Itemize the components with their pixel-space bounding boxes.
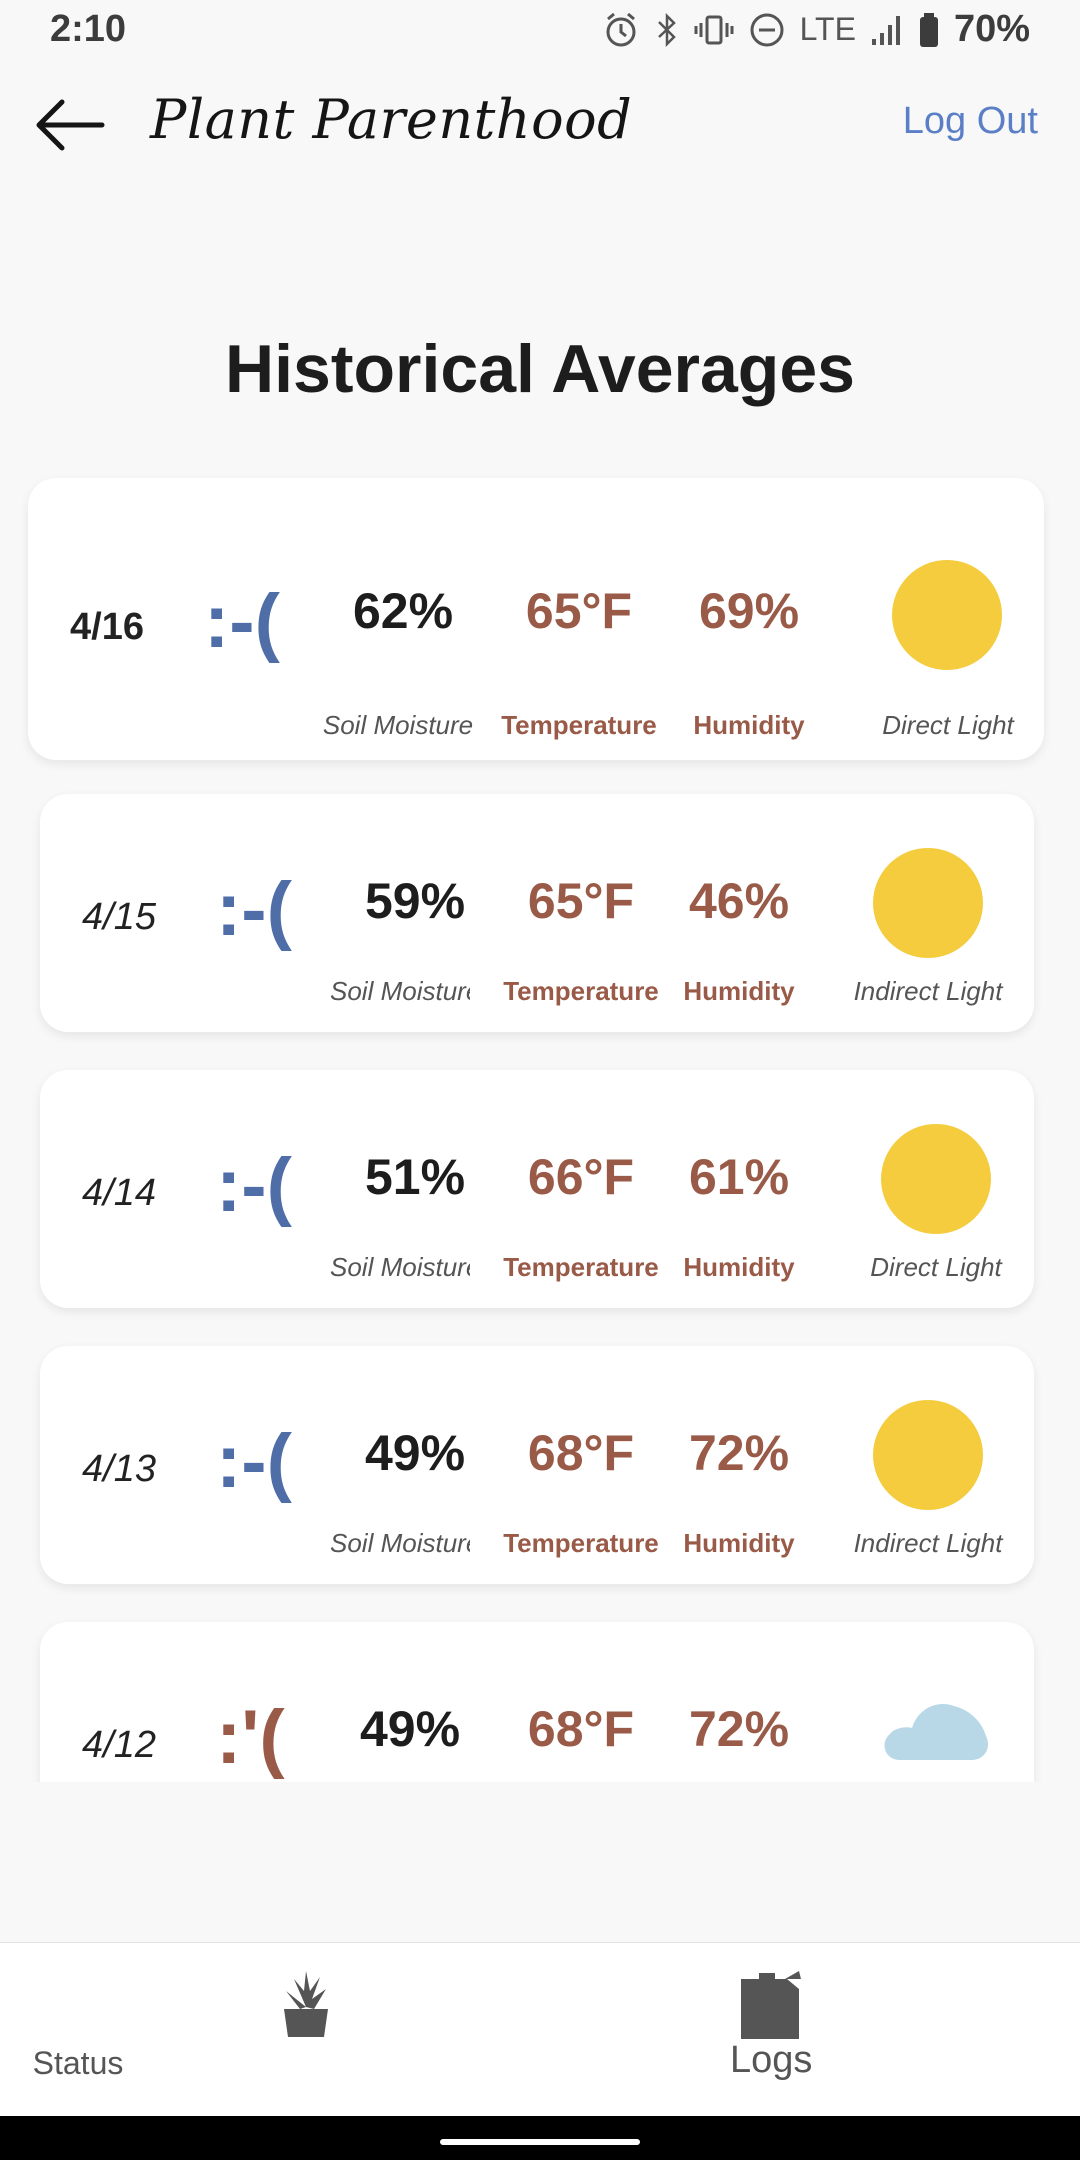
soil-moisture-label: Soil Moisture (330, 1252, 470, 1282)
status-bar: 2:10 LTE 70% (0, 0, 1080, 64)
humidity-label: Humidity (683, 1252, 795, 1282)
nav-status[interactable]: Status (33, 1943, 576, 2117)
humidity-value: 46% (688, 873, 790, 929)
temperature-value: 65°F (527, 873, 635, 929)
back-arrow-icon (36, 99, 105, 151)
sun-icon (892, 560, 1002, 670)
temperature-value: 66°F (527, 1149, 635, 1205)
light-label: Direct Light (870, 1252, 1002, 1282)
temperature-label: Temperature (501, 710, 657, 740)
nav-status-label: Status (32, 2045, 124, 2081)
alarm-icon (606, 12, 636, 46)
bottom-nav: Status Logs (0, 1942, 1080, 2116)
sun-icon (881, 1124, 991, 1234)
nav-logs[interactable]: Logs (500, 1943, 1040, 2117)
battery-percent: 70% (953, 8, 1030, 50)
system-nav-bar (0, 2116, 1080, 2160)
list-item[interactable]: 4/15 :-( 59% Soil Moisture 65°F Temperat… (40, 794, 1034, 1032)
entry-date: 4/16 (70, 606, 144, 648)
back-button[interactable] (30, 90, 110, 160)
mood-face: :-( (216, 1419, 292, 1504)
soil-moisture-value: 49% (359, 1701, 461, 1757)
list-item[interactable]: 4/12 :'( 49% 68°F 72% (40, 1622, 1034, 1782)
do-not-disturb-icon (750, 13, 784, 46)
soil-moisture-value: 49% (364, 1425, 466, 1481)
light-label: Indirect Light (853, 1528, 1003, 1558)
humidity-value: 72% (688, 1425, 790, 1481)
app-bar: Plant Parenthood Log Out (0, 70, 1080, 180)
signal-icon (871, 15, 900, 45)
status-time: 2:10 (50, 8, 127, 50)
network-type: LTE (799, 11, 856, 47)
vibrate-icon (694, 15, 734, 44)
sun-icon (873, 1400, 983, 1510)
history-list[interactable]: 4/16 :-( 62% Soil Moisture 65°F Temperat… (0, 470, 1080, 1782)
crying-face: :'( (216, 1695, 285, 1780)
humidity-value: 72% (688, 1701, 790, 1757)
temperature-value: 68°F (527, 1701, 635, 1757)
logout-button[interactable]: Log Out (903, 100, 1038, 143)
battery-icon (919, 12, 938, 47)
entry-date: 4/13 (82, 1448, 156, 1490)
entry-date: 4/15 (82, 896, 156, 938)
mood-face: :-( (204, 579, 280, 664)
soil-moisture-label: Soil Moisture (330, 1528, 470, 1558)
page-title: Historical Averages (225, 331, 855, 407)
home-gesture-pill[interactable] (440, 2139, 640, 2145)
soil-moisture-label: Soil Moisture (322, 710, 474, 740)
light-label: Direct Light (882, 710, 1014, 740)
mood-face: :-( (216, 867, 292, 952)
plant-icon (284, 1971, 328, 2037)
sun-icon (873, 848, 983, 958)
soil-moisture-value: 62% (352, 583, 454, 639)
app-title: Plant Parenthood (150, 88, 633, 151)
cloud-icon (884, 1704, 989, 1760)
list-item[interactable]: 4/14 :-( 51% Soil Moisture 66°F Temperat… (40, 1070, 1034, 1308)
clipboard-icon (741, 1971, 801, 2039)
light-label: Indirect Light (853, 976, 1003, 1006)
soil-moisture-value: 59% (364, 873, 466, 929)
temperature-value: 65°F (525, 583, 633, 639)
soil-moisture-label: Soil Moisture (330, 976, 470, 1006)
mood-face: :-( (216, 1143, 292, 1228)
humidity-label: Humidity (693, 710, 805, 740)
bluetooth-icon (657, 12, 676, 47)
humidity-label: Humidity (683, 976, 795, 1006)
nav-logs-label: Logs (730, 2039, 813, 2081)
humidity-value: 69% (698, 583, 800, 639)
humidity-label: Humidity (683, 1528, 795, 1558)
entry-date: 4/14 (82, 1172, 156, 1214)
temperature-value: 68°F (527, 1425, 635, 1481)
humidity-value: 61% (688, 1149, 790, 1205)
soil-moisture-value: 51% (364, 1149, 466, 1205)
status-icons: LTE 70% (602, 8, 1030, 51)
entry-date: 4/12 (82, 1724, 156, 1766)
list-item[interactable]: 4/13 :-( 49% Soil Moisture 68°F Temperat… (40, 1346, 1034, 1584)
list-item[interactable]: 4/16 :-( 62% Soil Moisture 65°F Temperat… (28, 478, 1044, 760)
